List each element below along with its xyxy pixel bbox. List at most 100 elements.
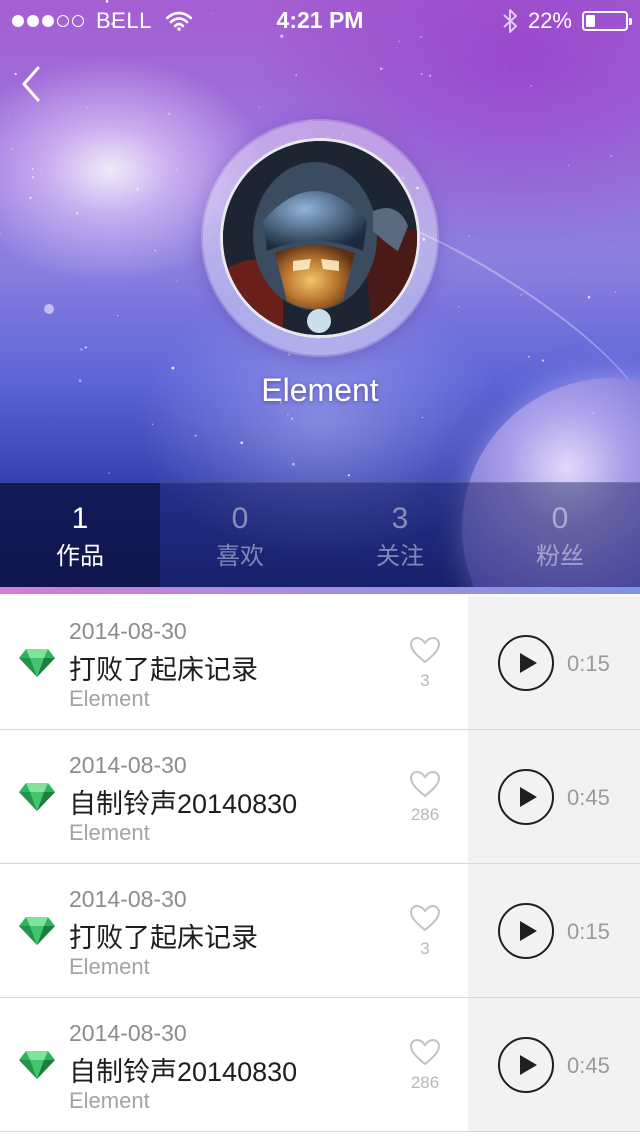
- stat-count: 0: [231, 502, 249, 535]
- battery-icon: [582, 11, 632, 31]
- tab-works[interactable]: 1 作品: [0, 483, 160, 587]
- star: [117, 315, 119, 317]
- star: [468, 235, 470, 237]
- stat-count: 1: [71, 502, 89, 535]
- back-button[interactable]: [16, 62, 56, 106]
- star: [422, 416, 424, 418]
- star: [614, 291, 617, 294]
- track-date: 2014-08-30: [69, 1020, 187, 1046]
- robot-helmet-icon: [223, 141, 417, 335]
- star: [31, 168, 34, 170]
- battery-level: [586, 15, 596, 27]
- like-button[interactable]: 286: [400, 770, 450, 825]
- tab-following[interactable]: 3 关注: [320, 483, 480, 587]
- track-row[interactable]: 2014-08-30 打败了起床记录 Element 3 0:15: [0, 596, 640, 730]
- diamond-icon: [19, 783, 55, 811]
- stat-label: 关注: [376, 543, 424, 570]
- star: [151, 423, 154, 426]
- star: [79, 348, 83, 352]
- star: [571, 272, 573, 274]
- tab-likes[interactable]: 0 喜欢: [160, 483, 320, 587]
- star: [136, 187, 139, 191]
- status-right: 22%: [502, 8, 632, 34]
- star: [127, 252, 129, 255]
- star: [513, 197, 515, 199]
- star: [288, 353, 290, 356]
- star: [290, 417, 294, 420]
- star: [347, 474, 351, 477]
- stat-count: 0: [551, 502, 569, 535]
- stat-count: 3: [391, 502, 409, 535]
- bluetooth-icon: [503, 9, 517, 33]
- star: [429, 74, 432, 77]
- profile-stats-tabs: 1 作品 0 喜欢 3 关注 0 粉丝: [0, 482, 640, 587]
- track-title: 自制铃声20140830: [69, 1057, 298, 1087]
- star: [86, 106, 88, 109]
- play-button[interactable]: [498, 769, 554, 825]
- track-row[interactable]: 2014-08-30 自制铃声20140830 Element 286 0:45: [0, 730, 640, 864]
- play-icon: [520, 921, 537, 941]
- star: [287, 413, 289, 416]
- star: [40, 170, 42, 172]
- tab-followers[interactable]: 0 粉丝: [480, 483, 640, 587]
- star: [75, 211, 79, 215]
- star: [0, 232, 1, 235]
- track-title: 打败了起床记录: [69, 655, 258, 685]
- like-button[interactable]: 3: [400, 904, 450, 959]
- stat-label: 作品: [56, 543, 104, 570]
- star: [32, 176, 35, 179]
- track-row[interactable]: 2014-08-30 自制铃声20140830 Element 286 0:45: [0, 998, 640, 1132]
- battery-percent: 22%: [527, 8, 572, 33]
- track-title: 打败了起床记录: [69, 923, 258, 953]
- stat-label: 粉丝: [536, 543, 584, 570]
- track-date: 2014-08-30: [69, 886, 187, 912]
- star: [84, 346, 87, 349]
- star: [48, 422, 50, 424]
- star: [154, 249, 157, 252]
- star: [295, 74, 298, 77]
- heart-icon: [409, 636, 441, 664]
- profile-username: Element: [261, 372, 379, 408]
- play-button[interactable]: [498, 1037, 554, 1093]
- track-date: 2014-08-30: [69, 618, 187, 644]
- track-author: Element: [69, 954, 150, 979]
- star: [176, 280, 178, 282]
- heart-icon: [409, 904, 441, 932]
- star: [291, 462, 295, 466]
- star: [587, 295, 591, 299]
- play-button[interactable]: [498, 635, 554, 691]
- like-count: 286: [410, 1073, 440, 1092]
- play-icon: [520, 653, 537, 673]
- player-panel: 0:15: [468, 864, 640, 997]
- star: [505, 65, 507, 67]
- like-count: 3: [420, 939, 430, 958]
- track-row[interactable]: 2014-08-30 打败了起床记录 Element 3 0:15: [0, 864, 640, 998]
- track-list: 2014-08-30 打败了起床记录 Element 3 0:15 2014-08-30 自…: [0, 596, 640, 1132]
- heart-icon: [409, 770, 441, 798]
- star: [175, 168, 178, 171]
- like-count: 286: [410, 805, 440, 824]
- small-moon: [44, 304, 54, 314]
- star: [567, 164, 570, 167]
- avatar[interactable]: [220, 138, 420, 338]
- star: [420, 72, 423, 76]
- star: [240, 441, 244, 445]
- play-icon: [520, 1055, 537, 1075]
- profile-header: BELL 4:21 PM 22% Element 1 作品 0 喜欢 3 关注 …: [0, 0, 640, 588]
- play-button[interactable]: [498, 903, 554, 959]
- star: [380, 67, 383, 70]
- diamond-icon: [19, 649, 55, 677]
- star: [396, 47, 397, 49]
- track-duration: 0:45: [567, 785, 610, 810]
- avatar-frame: [203, 121, 437, 355]
- like-button[interactable]: 286: [400, 1038, 450, 1093]
- like-button[interactable]: 3: [400, 636, 450, 691]
- track-author: Element: [69, 1088, 150, 1113]
- track-title: 自制铃声20140830: [69, 789, 298, 819]
- track-duration: 0:15: [567, 919, 610, 944]
- play-icon: [520, 787, 537, 807]
- star: [11, 147, 14, 150]
- heart-icon: [409, 1038, 441, 1066]
- star: [108, 472, 110, 474]
- player-panel: 0:45: [468, 998, 640, 1131]
